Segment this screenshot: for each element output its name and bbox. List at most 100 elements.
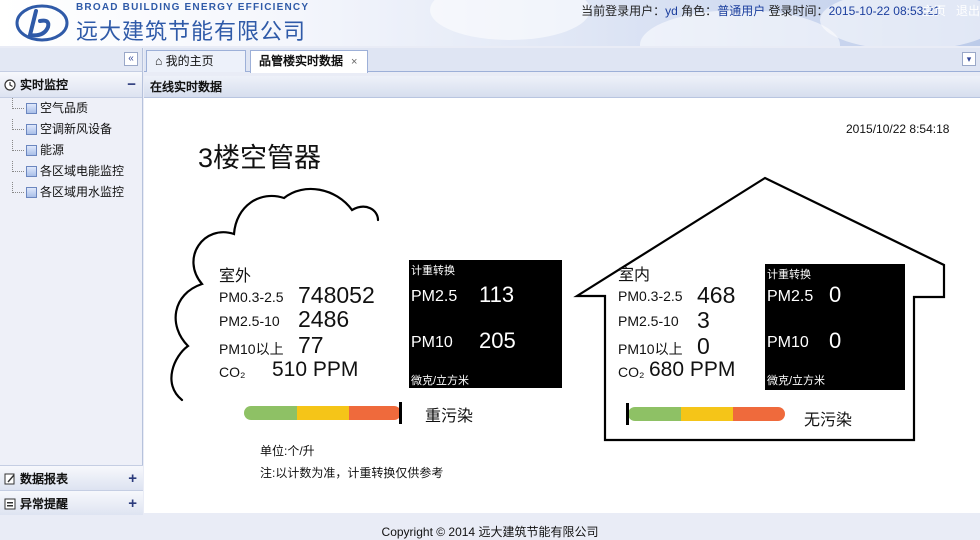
panel-title: 在线实时数据 [144,76,980,98]
collapse-section-icon[interactable]: − [127,72,136,98]
outdoor-status: 重污染 [425,408,474,425]
gauge-segment-heavy [349,406,401,420]
sidebar-item-label: 各区域电能监控 [40,164,125,178]
alert-icon [4,498,16,510]
indoor-title: 室内 [618,267,651,284]
brand-chinese-name: 远大建筑节能有限公司 [76,19,307,44]
remark-note: 注:以计数为准，计重转换仅供参考 [260,466,444,480]
user-label: 当前登录用户： [581,4,666,18]
conversion-pm10-value: 0 [829,328,842,353]
indoor-pm03-label: PM0.3-2.5 [618,288,683,304]
realtime-tree: 空气品质 空调新风设备 能源 各区域电能监控 各区域用水监控 [0,98,142,203]
close-tab-icon[interactable]: × [351,56,357,68]
conversion-pm25-label: PM2.5 [411,288,458,305]
outdoor-pm03-label: PM0.3-2.5 [219,289,284,305]
report-icon [4,473,15,485]
sidebar-section-reports[interactable]: 数据报表 + [0,465,143,491]
sidebar-item-energy[interactable]: 能源 [12,140,142,161]
tree-branch-line [12,119,24,130]
top-links: 主页 退出 [912,2,980,19]
expand-section-icon[interactable]: + [128,466,137,492]
outdoor-pollution-gauge [244,406,401,420]
sidebar-item-water[interactable]: 各区域用水监控 [12,182,142,203]
tab-label: 我的主页 [165,54,214,68]
indoor-weight-conversion-box: 计重转换 PM2.5 0 PM10 0 微克/立方米 [765,264,905,390]
outdoor-gauge-marker [399,402,402,424]
conversion-pm10-label: PM10 [767,334,809,351]
conversion-unit: 微克/立方米 [767,375,826,387]
sidebar-item-label: 空调新风设备 [40,122,113,136]
gauge-segment-moderate [297,406,350,420]
home-icon: ⌂ [155,54,163,68]
conversion-pm10-value: 205 [479,328,516,353]
tree-branch-line [12,182,24,193]
conversion-pm25-label: PM2.5 [767,288,814,305]
indoor-co2-value: 680 PPM [649,358,736,381]
sidebar-section-label: 数据报表 [20,472,69,486]
realtime-panel: 2015/10/22 8:54:18 3楼空管器 室外 PM0.3-2.5 74… [144,98,980,513]
role-label: 角色： [681,4,718,18]
tree-branch-line [12,161,24,172]
outdoor-pm10-value: 77 [298,332,324,358]
sidebar-item-label: 空气品质 [40,101,89,115]
indoor-status: 无污染 [804,412,853,429]
sidebar-bottom-sections: 数据报表 + 异常提醒 + [0,465,143,517]
indoor-co2-label: CO₂ [618,364,645,380]
sidebar-item-hvac[interactable]: 空调新风设备 [12,119,142,140]
tab-my-home[interactable]: ⌂ 我的主页 [146,50,246,72]
outdoor-weight-conversion-box: 计重转换 PM2.5 113 PM10 205 微克/立方米 [409,260,562,388]
sidebar-item-label: 能源 [40,143,65,157]
indoor-pm10-label: PM10以上 [618,341,683,357]
brand-english-name: BROAD BUILDING ENERGY EFFICIENCY [76,2,310,13]
gauge-segment-moderate [681,407,734,421]
sidebar-item-electricity[interactable]: 各区域电能监控 [12,161,142,182]
collapse-sidebar-button[interactable]: « [124,52,138,66]
gauge-segment-good [628,407,682,421]
tab-realtime-data[interactable]: 品管楼实时数据 × [250,50,368,73]
conversion-unit: 微克/立方米 [411,375,470,387]
app-header: BROAD BUILDING ENERGY EFFICIENCY 远大建筑节能有… [0,0,980,46]
unit-note: 单位:个/升 [260,444,315,458]
outdoor-pm10-label: PM10以上 [219,341,284,357]
indoor-pollution-gauge [628,407,785,421]
conversion-title: 计重转换 [767,269,811,281]
outdoor-pm03-value: 748052 [298,282,375,308]
table-icon [26,166,37,177]
sidebar-item-label: 各区域用水监控 [40,185,125,199]
outdoor-pm25-value: 2486 [298,306,350,332]
login-time-label: 登录时间： [768,4,829,18]
outdoor-co2-value: 510 PPM [272,358,359,381]
sidebar: « 实时监控 − 空气品质 空调新风设备 能源 各区域电能监控 各区域用水监控 … [0,48,143,517]
sidebar-section-label: 实时监控 [20,78,69,92]
footer-copyright: Copyright © 2014 远大建筑节能有限公司 [0,515,980,540]
company-logo-icon [15,4,69,42]
conversion-pm25-value: 0 [829,282,842,307]
logout-link[interactable]: 退出 [956,4,980,18]
sidebar-section-alerts[interactable]: 异常提醒 + [0,491,143,517]
indoor-pm25-label: PM2.5-10 [618,313,679,329]
expand-section-icon[interactable]: + [128,491,137,517]
monitor-icon [4,79,16,91]
login-info: 当前登录用户：yd 角色：普通用户 登录时间：2015-10-22 08:53:… [581,2,940,19]
sidebar-section-label: 异常提醒 [20,497,69,511]
tab-menu-button[interactable]: ▾ [962,52,976,66]
conversion-pm10-label: PM10 [411,334,453,351]
table-icon [26,103,37,114]
outdoor-co2-label: CO₂ [219,364,246,380]
sidebar-item-air-quality[interactable]: 空气品质 [12,98,142,119]
outdoor-title: 室外 [219,268,252,285]
table-icon [26,124,37,135]
tab-label: 品管楼实时数据 [259,54,344,68]
indoor-pm10-value: 0 [697,333,710,359]
role-value: 普通用户 [717,4,766,18]
gauge-segment-heavy [733,407,785,421]
tab-bar: ⌂ 我的主页 品管楼实时数据 × ▾ [144,48,980,73]
sidebar-section-realtime[interactable]: 实时监控 − [0,72,142,98]
header-cloud-decoration [430,0,590,40]
home-link[interactable]: 主页 [922,4,946,18]
username: yd [665,4,678,18]
gauge-segment-good [244,406,298,420]
table-icon [26,187,37,198]
table-icon [26,145,37,156]
tree-branch-line [12,140,24,151]
